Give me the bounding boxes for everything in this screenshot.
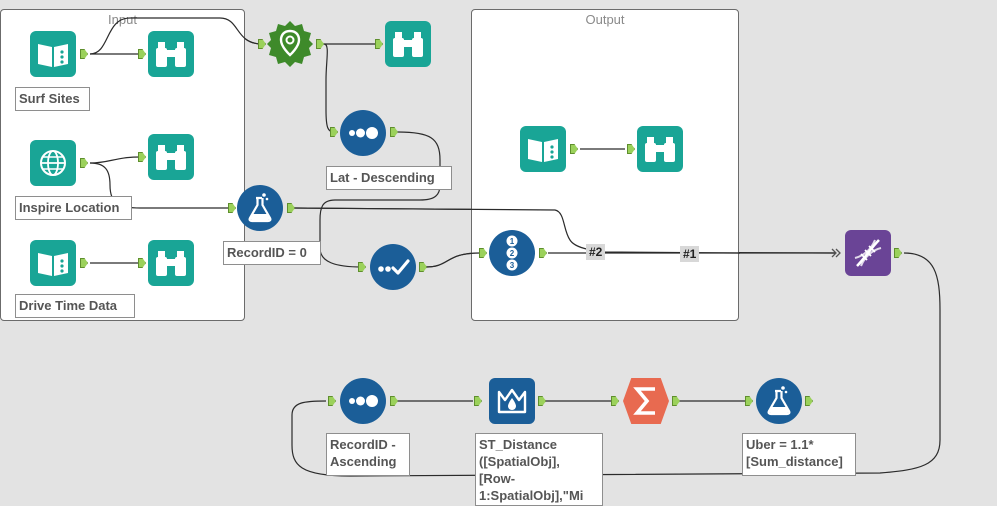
dots-icon [349,395,378,407]
browse-tool-output[interactable] [637,126,683,172]
location-pin-icon [267,21,313,67]
filter-tool[interactable] [370,244,416,290]
flask-icon [248,193,272,223]
spatial-info-tool[interactable] [266,20,314,68]
tool-label-inspire-location: Inspire Location [15,196,132,220]
binoculars-icon [156,42,186,67]
join-multiple-tool[interactable] [845,230,891,276]
binoculars-icon [645,137,675,162]
formula-tool-recordid-zero[interactable] [237,185,283,231]
connection-label-1: #1 [680,246,700,262]
connection-label-2: #2 [586,244,606,260]
check-icon [378,259,410,275]
text-input-tool-inspire-location[interactable] [30,140,76,186]
tool-label-surf-sites: Surf Sites [15,87,90,111]
dots-icon [349,127,378,139]
tool-label-drive-time-data: Drive Time Data [15,294,135,318]
book-open-icon [38,253,68,276]
browse-tool-drive-time-data[interactable] [148,240,194,286]
record-id-tool[interactable]: 1 2 3 [489,230,535,276]
tool-label-uber: Uber = 1.1* [Sum_distance] [742,433,856,476]
input-data-tool-surf-sites[interactable] [30,31,76,77]
sort-tool-recordid-ascending[interactable] [340,378,386,424]
browse-tool-inspire-location[interactable] [148,134,194,180]
binoculars-icon [393,32,423,57]
svg-text:3: 3 [510,261,515,270]
multi-row-formula-tool[interactable] [489,378,535,424]
svg-text:2: 2 [510,249,515,258]
svg-text:1: 1 [510,237,515,246]
crown-icon [497,388,527,414]
sigma-icon [633,387,655,415]
binoculars-icon [156,251,186,276]
book-open-icon [38,44,68,67]
summarize-tool[interactable] [623,378,669,424]
sort-tool-lat-descending[interactable] [340,110,386,156]
browse-tool-surf-sites[interactable] [148,31,194,77]
tool-label-recordid-ascending: RecordID - Ascending [326,433,410,476]
globe-icon [40,150,66,176]
tool-label-recordid-zero: RecordID = 0 [223,241,321,265]
flask-icon [767,386,791,416]
dna-icon [854,239,882,267]
formula-tool-uber[interactable] [756,378,802,424]
tool-label-lat-descending: Lat - Descending [326,166,452,190]
input-data-tool-drive-time-data[interactable] [30,240,76,286]
binoculars-icon [156,145,186,170]
numbered-list-icon: 1 2 3 [506,235,518,271]
input-data-tool-output[interactable] [520,126,566,172]
tool-label-st-distance: ST_Distance ([SpatialObj], [Row- 1:Spati… [475,433,603,506]
book-open-icon [528,139,558,162]
browse-tool-spatial-info[interactable] [385,21,431,67]
